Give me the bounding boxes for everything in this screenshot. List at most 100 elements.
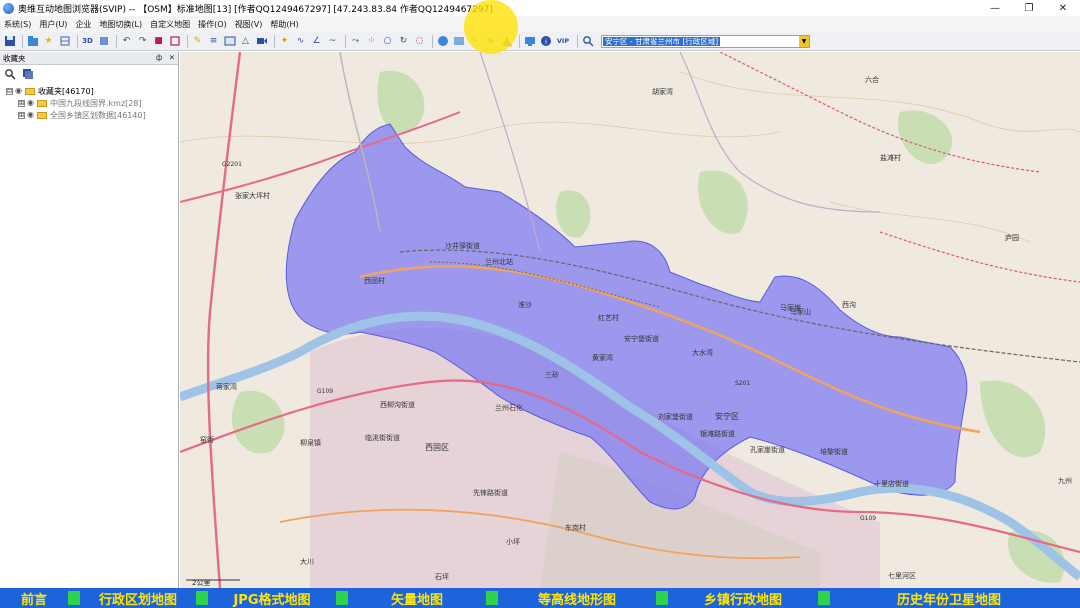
label-anning: 安宁区 bbox=[715, 411, 739, 421]
info-icon[interactable]: i bbox=[539, 35, 552, 48]
menu-view[interactable]: 视图(V) bbox=[235, 19, 263, 30]
restore-button[interactable]: ❐ bbox=[1012, 0, 1046, 16]
label-dashuiwan: 大水湾 bbox=[692, 348, 713, 357]
nav-vector-map[interactable]: 矢量地图 bbox=[348, 588, 486, 608]
nav-admin-map[interactable]: 行政区划地图 bbox=[80, 588, 196, 608]
list-icon[interactable]: ≡ bbox=[207, 35, 220, 48]
picture-icon[interactable] bbox=[452, 35, 465, 48]
nav-contour-map[interactable]: 等高线地形图 bbox=[498, 588, 656, 608]
label-dachuan: 大川 bbox=[300, 557, 314, 566]
favorite-star-icon[interactable]: ★ bbox=[42, 35, 55, 48]
layers-icon[interactable] bbox=[58, 35, 71, 48]
rotate-icon[interactable]: ↻ bbox=[397, 35, 410, 48]
toolbar-separator bbox=[187, 34, 188, 48]
nav-jpg-map[interactable]: JPG格式地图 bbox=[208, 588, 336, 608]
label-xiguqu: 西固区 bbox=[425, 443, 449, 452]
label-xigu-village: 西固村 bbox=[364, 276, 385, 285]
expand-icon[interactable]: ⊞ bbox=[18, 111, 25, 119]
minimize-button[interactable]: — bbox=[978, 0, 1012, 16]
nav-separator bbox=[68, 591, 80, 605]
globe-icon[interactable] bbox=[436, 35, 449, 48]
menu-operation[interactable]: 操作(O) bbox=[198, 19, 227, 30]
search-icon[interactable] bbox=[581, 35, 594, 48]
vip-icon[interactable]: VIP bbox=[555, 35, 571, 48]
label-xiaoping: 小坪 bbox=[506, 537, 520, 546]
menu-map-switch[interactable]: 地图切换(L) bbox=[99, 19, 142, 30]
search-icon[interactable] bbox=[4, 68, 16, 83]
label-xianfenglu: 先锋路街道 bbox=[473, 488, 508, 497]
chevron-down-icon[interactable]: ▼ bbox=[799, 36, 809, 47]
close-button[interactable]: ✕ bbox=[1046, 0, 1080, 16]
location-search-input[interactable]: 安宁区 - 甘肃省兰州市 [行政区域] bbox=[603, 37, 721, 46]
toolbar: ★ 3D ↶ ↷ ■ ✎ ≡ △ ✦ ∿ ∠ ~ ⤳ ⁘ ○ ↻ ◌ ✎ ◆ i… bbox=[0, 32, 1080, 51]
nav-separator bbox=[486, 591, 498, 605]
menu-system[interactable]: 系统(S) bbox=[4, 19, 31, 30]
toolbar-separator bbox=[22, 34, 23, 48]
circle-icon[interactable]: ○ bbox=[381, 35, 394, 48]
scan-icon[interactable] bbox=[97, 35, 110, 48]
undo-icon[interactable]: ↶ bbox=[120, 35, 133, 48]
panel-controls: ф ✕ bbox=[156, 53, 175, 62]
label-hongyi: 红艺村 bbox=[598, 313, 619, 322]
map-svg[interactable]: 2公里 沙井驿街道 刘家堡街道 安宁区 孔家崖街道 银滩路街道 培黎街道 十里店… bbox=[180, 52, 1080, 588]
toolbar-separator bbox=[519, 34, 520, 48]
menu-help[interactable]: 帮助(H) bbox=[270, 19, 298, 30]
screen-capture-icon[interactable] bbox=[523, 35, 536, 48]
label-lanzhoubei: 兰州北站 bbox=[485, 257, 513, 266]
tree-row-township[interactable]: ⊞ ◉ 全国乡镇区划数据[46140] bbox=[0, 109, 178, 121]
menu-enterprise[interactable]: 企业 bbox=[75, 19, 91, 30]
lasso-icon[interactable]: ◌ bbox=[413, 35, 426, 48]
title-bar: 奥维互动地图浏览器(SVIP) -- 【OSM】标准地图[13] [作者QQ12… bbox=[0, 0, 1080, 16]
curve-icon[interactable]: ~ bbox=[326, 35, 339, 48]
expand-icon[interactable]: ⊞ bbox=[18, 99, 25, 107]
nav-township-map[interactable]: 乡镇行政地图 bbox=[668, 588, 818, 608]
pin-panel-icon[interactable]: ф bbox=[156, 53, 162, 62]
delete-icon[interactable]: ■ bbox=[152, 35, 165, 48]
nav-separator bbox=[196, 591, 208, 605]
label-lanzhoushihua: 兰州石化 bbox=[495, 403, 523, 412]
angle-icon[interactable]: ∠ bbox=[310, 35, 323, 48]
redo-icon[interactable]: ↷ bbox=[136, 35, 149, 48]
tree-row-root[interactable]: ⊟ ◉ 收藏夹[46170] bbox=[0, 85, 178, 97]
tree-label-root: 收藏夹[46170] bbox=[38, 86, 94, 96]
scatter-icon[interactable]: ⁘ bbox=[365, 35, 378, 48]
3d-icon[interactable]: 3D bbox=[81, 35, 94, 48]
visibility-eye-icon[interactable]: ◉ bbox=[15, 87, 23, 95]
nav-satellite-history[interactable]: 历史年份卫星地图 bbox=[830, 588, 1068, 608]
close-panel-icon[interactable]: ✕ bbox=[169, 53, 175, 62]
polyline-icon[interactable]: ∿ bbox=[294, 35, 307, 48]
label-liuhe: 六合 bbox=[865, 75, 879, 84]
scale-label: 2公里 bbox=[192, 579, 210, 587]
label-yantan: 盐滩村 bbox=[880, 153, 901, 162]
menu-user[interactable]: 用户(U) bbox=[39, 19, 67, 30]
collapse-icon[interactable]: ⊟ bbox=[6, 87, 13, 95]
route-icon[interactable]: ⤳ bbox=[349, 35, 362, 48]
layers-stack-icon[interactable] bbox=[22, 68, 34, 83]
window-title: 奥维互动地图浏览器(SVIP) -- 【OSM】标准地图[13] [作者QQ12… bbox=[18, 4, 493, 15]
triangle-icon[interactable]: △ bbox=[239, 35, 252, 48]
nav-preface[interactable]: 前言 bbox=[0, 588, 68, 608]
visibility-eye-icon[interactable]: ◉ bbox=[27, 99, 35, 107]
toolbar-separator bbox=[432, 34, 433, 48]
tree-label-nine-dash: 中国九段线国界.kmz[28] bbox=[50, 98, 142, 108]
marker-pen-icon[interactable]: ✎ bbox=[191, 35, 204, 48]
visibility-eye-icon[interactable]: ◉ bbox=[27, 111, 35, 119]
label-majiashan: 马家山 bbox=[790, 307, 811, 316]
open-icon[interactable] bbox=[26, 35, 39, 48]
label-shilidian: 十里店街道 bbox=[874, 479, 909, 488]
video-icon[interactable] bbox=[255, 35, 268, 48]
tree-row-nine-dash[interactable]: ⊞ ◉ 中国九段线国界.kmz[28] bbox=[0, 97, 178, 109]
pin-icon[interactable]: ✦ bbox=[278, 35, 291, 48]
svg-text:i: i bbox=[545, 38, 547, 46]
favorites-panel-title: 收藏夹 bbox=[3, 53, 26, 63]
label-shiping: 石坪 bbox=[435, 573, 449, 581]
location-search-combobox[interactable]: 安宁区 - 甘肃省兰州市 [行政区域] ▼ bbox=[601, 35, 810, 48]
save-icon[interactable] bbox=[3, 35, 16, 48]
menu-custom-map[interactable]: 自定义地图 bbox=[150, 19, 190, 30]
map-canvas[interactable]: 2公里 沙井驿街道 刘家堡街道 安宁区 孔家崖街道 银滩路街道 培黎街道 十里店… bbox=[180, 52, 1080, 588]
favorites-panel-header: 收藏夹 ф ✕ bbox=[0, 52, 178, 65]
select-rect-icon[interactable] bbox=[168, 35, 181, 48]
bottom-nav-bar: 前言 行政区划地图 JPG格式地图 矢量地图 等高线地形图 乡镇行政地图 历史年… bbox=[0, 588, 1080, 608]
toolbar-separator bbox=[577, 34, 578, 48]
image-icon[interactable] bbox=[223, 35, 236, 48]
